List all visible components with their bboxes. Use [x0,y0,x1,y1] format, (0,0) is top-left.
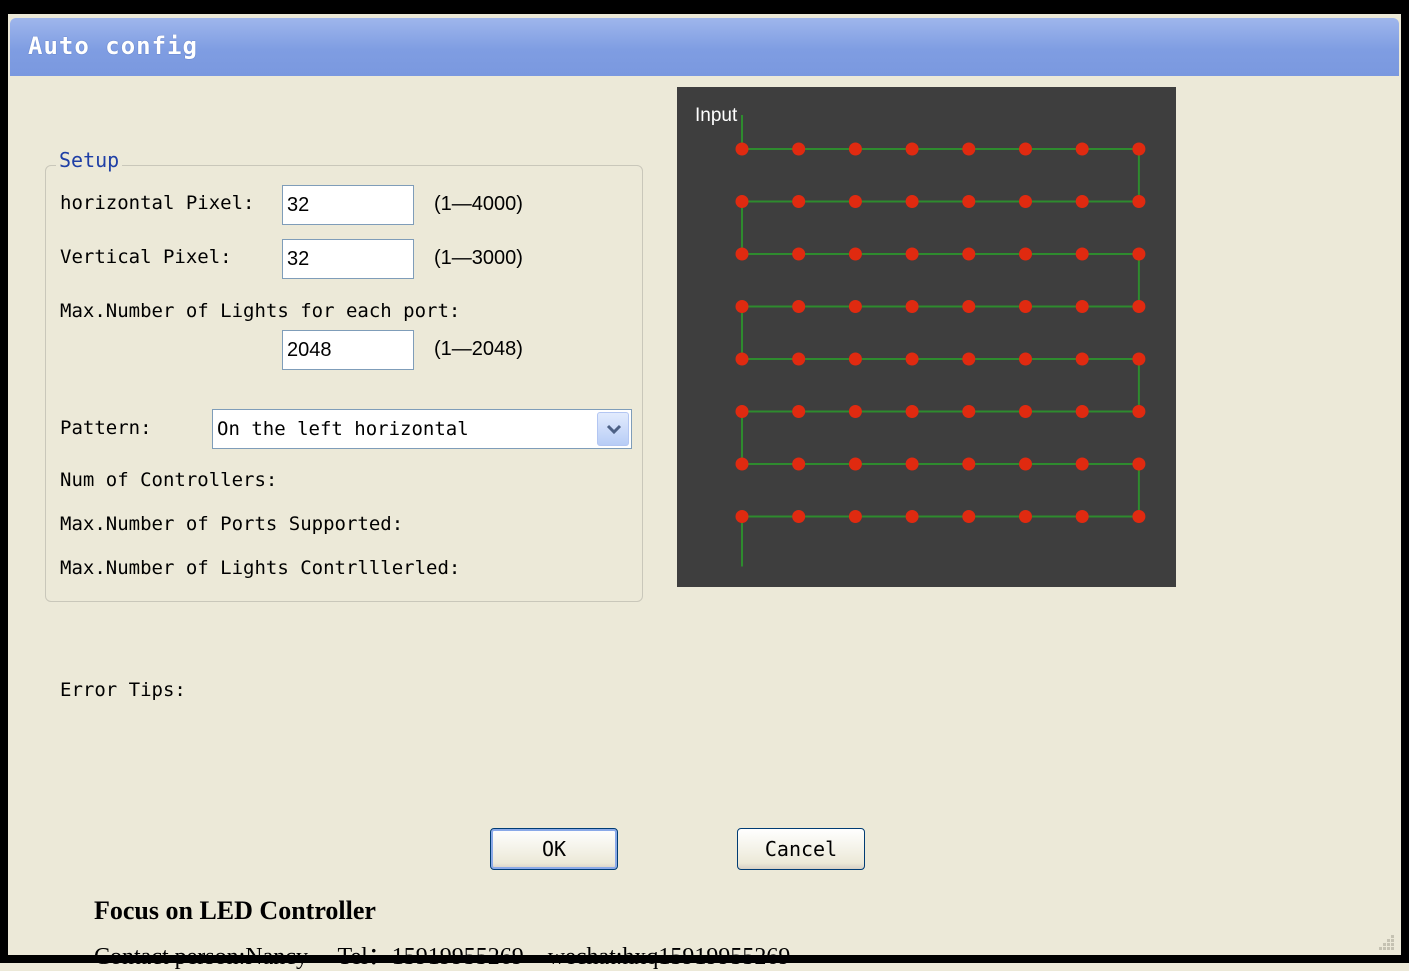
led-pixel-dot [735,195,749,208]
led-pixel-dot [735,300,749,313]
led-pixel-dot [735,457,749,471]
led-pixel-dot [735,405,749,418]
vertical-pixel-input[interactable]: 32 [282,239,414,279]
led-pixel-dot [1075,510,1089,523]
wiring-diagram [735,115,1146,567]
led-pixel-dot [848,405,862,418]
led-pixel-dot [1132,195,1146,208]
led-pixel-dot [735,247,749,261]
led-pixel-dot [1019,142,1032,156]
footer-contact: Contact person:Nancy Tel：15919955269 wec… [94,944,791,970]
max-lights-input[interactable]: 2048 [282,330,414,370]
led-pixel-dot [792,352,806,366]
chevron-down-icon [606,424,622,435]
layout-preview: Input [677,87,1176,587]
horizontal-pixel-input[interactable]: 32 [282,185,414,225]
footer-title: Focus on LED Controller [94,896,376,925]
pattern-selected-value: On the left horizontal [217,418,469,440]
led-pixel-dot [1132,142,1146,156]
led-pixel-dot [1075,142,1089,156]
num-controllers-label: Num of Controllers: [60,469,278,491]
led-pixel-dot [1132,510,1146,523]
led-pixel-dot [848,510,862,523]
led-pixel-dot [1019,510,1032,523]
led-pixel-dot [1075,195,1089,208]
title-bar[interactable]: Auto config [10,18,1399,76]
window-title: Auto config [28,32,198,60]
led-pixel-dot [905,405,919,418]
led-pixel-dot [848,300,862,313]
led-pixel-dot [905,352,919,366]
led-pixel-dot [962,405,976,418]
max-lights-controlled-label: Max.Number of Lights Contrlllerled: [60,557,461,579]
setup-groupbox [45,165,643,602]
led-pixel-dot [962,457,976,471]
setup-legend: Setup [56,148,123,172]
led-pixel-dot [1075,457,1089,471]
led-pixel-dot [848,352,862,366]
led-pixel-dot [905,457,919,471]
led-pixel-dot [1132,352,1146,366]
led-pixel-dot [848,142,862,156]
horizontal-pixel-range: (1—4000) [434,193,523,215]
led-pixel-dot [962,195,976,208]
led-pixel-dot [1132,405,1146,418]
error-tips-label: Error Tips: [60,679,186,701]
ok-button[interactable]: OK [490,828,618,870]
led-pixel-dot [1019,300,1032,313]
led-pixel-dot [1019,405,1032,418]
max-lights-range: (1—2048) [434,338,523,360]
pattern-label: Pattern: [60,417,152,439]
led-pixel-dot [1019,457,1032,471]
led-pixel-dot [848,195,862,208]
led-pixel-dot [792,247,806,261]
led-pixel-dot [792,510,806,523]
led-pixel-dot [1075,405,1089,418]
dropdown-button[interactable] [597,412,629,446]
max-lights-label: Max.Number of Lights for each port: [60,300,461,322]
led-pixel-dot [1019,195,1032,208]
led-pixel-dot [848,457,862,471]
led-pixel-dot [962,510,976,523]
led-pixel-dot [962,142,976,156]
led-pixel-dot [1132,300,1146,313]
led-pixel-dot [1019,247,1032,261]
horizontal-pixel-label: horizontal Pixel: [60,192,255,214]
cancel-button[interactable]: Cancel [737,828,865,870]
led-pixel-dot [962,300,976,313]
led-pixel-dot [905,142,919,156]
resize-grip-icon[interactable] [1377,933,1395,951]
vertical-pixel-range: (1—3000) [434,247,523,269]
led-pixel-dot [962,247,976,261]
vertical-pixel-label: Vertical Pixel: [60,246,232,268]
led-pixel-dot [1132,247,1146,261]
led-pixel-dot [735,510,749,523]
led-pixel-dot [792,457,806,471]
led-pixel-dot [735,142,749,156]
led-pixel-dot [792,142,806,156]
led-pixel-dot [1075,300,1089,313]
led-pixel-dot [962,352,976,366]
led-pixel-dot [735,352,749,366]
pattern-select[interactable]: On the left horizontal [212,409,632,449]
led-pixel-dot [792,405,806,418]
led-pixel-dot [905,195,919,208]
led-pixel-dot [792,195,806,208]
led-pixel-dot [792,300,806,313]
led-pixel-dot [1132,457,1146,471]
max-ports-label: Max.Number of Ports Supported: [60,513,404,535]
led-pixel-dot [848,247,862,261]
led-pixel-dot [1019,352,1032,366]
led-pixel-dot [905,247,919,261]
led-pixel-dot [1075,247,1089,261]
led-pixel-dot [905,300,919,313]
led-pixel-dot [1075,352,1089,366]
led-pixel-dot [905,510,919,523]
